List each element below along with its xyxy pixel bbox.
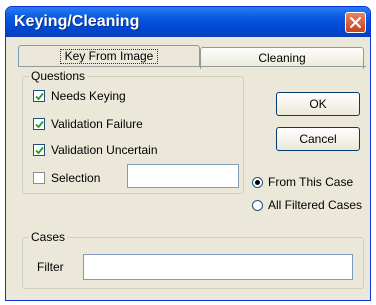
- selection-checkbox[interactable]: Selection: [33, 171, 100, 185]
- ok-button[interactable]: OK: [276, 92, 360, 116]
- validation-uncertain-checkbox[interactable]: Validation Uncertain: [33, 143, 158, 157]
- filter-input[interactable]: [83, 254, 353, 280]
- cases-group: Cases Filter: [22, 230, 364, 289]
- checkbox-label: Validation Failure: [51, 117, 143, 131]
- needs-keying-checkbox[interactable]: Needs Keying: [33, 89, 126, 103]
- close-icon: [350, 17, 361, 28]
- checkmark-icon: [35, 120, 44, 129]
- validation-failure-checkbox[interactable]: Validation Failure: [33, 117, 143, 131]
- radio-label: All Filtered Cases: [268, 198, 363, 212]
- checkbox-label: Validation Uncertain: [51, 143, 158, 157]
- questions-group: Questions Needs Keying Validation Failur…: [22, 69, 244, 194]
- cancel-button[interactable]: Cancel: [276, 127, 360, 151]
- radio-label: From This Case: [268, 175, 354, 189]
- checkmark-icon: [35, 92, 44, 101]
- radio-circle: [252, 200, 263, 211]
- checkbox-box: [33, 172, 45, 184]
- checkbox-label: Selection: [51, 171, 101, 185]
- tab-panel: Questions Needs Keying Validation Failur…: [18, 66, 366, 293]
- keying-cleaning-dialog: Keying/Cleaning Key From Image Cleaning …: [5, 6, 371, 301]
- cases-group-title: Cases: [29, 230, 68, 244]
- close-button[interactable]: [345, 12, 366, 33]
- from-this-case-radio[interactable]: From This Case: [252, 175, 353, 189]
- window-title: Keying/Cleaning: [14, 13, 140, 30]
- filter-label: Filter: [37, 260, 64, 274]
- radio-circle: [252, 177, 263, 188]
- checkbox-box: [33, 144, 45, 156]
- selection-input[interactable]: [127, 164, 239, 188]
- questions-group-title: Questions: [29, 69, 88, 83]
- checkbox-box: [33, 118, 45, 130]
- tab-label: Key From Image: [59, 49, 159, 64]
- tab-label: Cleaning: [258, 51, 306, 65]
- title-bar[interactable]: Keying/Cleaning: [6, 7, 370, 37]
- all-filtered-cases-radio[interactable]: All Filtered Cases: [252, 198, 362, 212]
- checkbox-label: Needs Keying: [51, 89, 126, 103]
- tab-key-from-image[interactable]: Key From Image: [18, 45, 200, 67]
- checkmark-icon: [35, 146, 44, 155]
- checkbox-box: [33, 90, 45, 102]
